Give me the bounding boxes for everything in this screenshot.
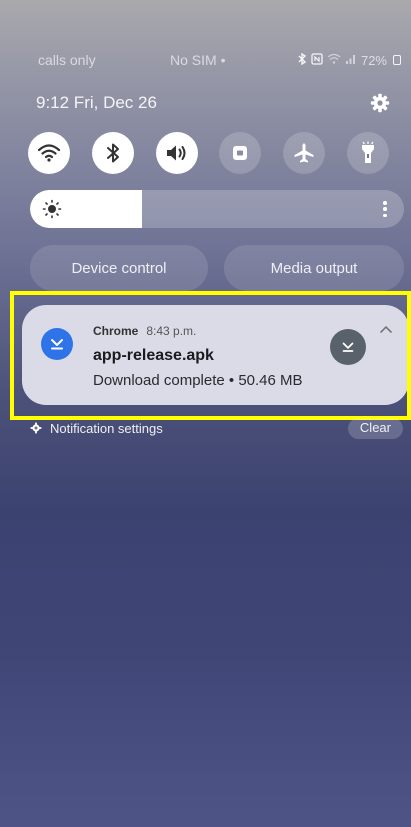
notification-header: Chrome 8:43 p.m.	[93, 324, 196, 338]
media-output-button[interactable]: Media output	[224, 245, 404, 291]
quick-toggles	[28, 132, 389, 176]
rotation-lock-toggle[interactable]	[219, 132, 262, 174]
sound-toggle[interactable]	[155, 132, 198, 174]
battery-icon	[393, 55, 401, 65]
notification-settings-link[interactable]: Notification settings	[30, 421, 163, 436]
status-bar: calls only No SIM • 72%	[38, 50, 401, 70]
flashlight-icon	[361, 141, 374, 163]
device-control-button[interactable]: Device control	[30, 245, 208, 291]
nfc-icon	[311, 52, 323, 68]
bluetooth-icon	[106, 143, 119, 163]
clear-button[interactable]: Clear	[347, 417, 403, 439]
chevron-up-icon[interactable]	[379, 324, 393, 334]
wifi-icon	[37, 144, 61, 162]
download-action-icon[interactable]	[330, 329, 366, 365]
notification-settings-label: Notification settings	[50, 420, 163, 436]
airplane-icon	[294, 143, 314, 163]
notification-footer: Notification settings Clear	[30, 417, 403, 439]
bluetooth-toggle[interactable]	[91, 132, 134, 174]
date-time: 9:12 Fri, Dec 26	[36, 93, 157, 112]
lock-icon	[233, 146, 248, 160]
status-icons: 72%	[297, 52, 401, 68]
brightness-slider[interactable]	[30, 190, 404, 228]
battery-level: 72%	[360, 52, 387, 68]
flashlight-toggle[interactable]	[346, 132, 389, 174]
notification-title: app-release.apk	[93, 347, 214, 364]
notification-text: Download complete • 50.46 MB	[93, 372, 303, 389]
bluetooth-status-icon	[297, 52, 307, 68]
wifi-toggle[interactable]	[28, 132, 70, 174]
notification-time: 8:43 p.m.	[146, 324, 197, 338]
gear-icon[interactable]	[369, 92, 391, 114]
more-options-icon[interactable]	[382, 198, 388, 220]
download-notification[interactable]: Chrome 8:43 p.m. app-release.apk Downloa…	[22, 305, 409, 405]
download-icon	[41, 328, 73, 360]
speaker-icon	[166, 145, 186, 161]
carrier-label: calls only	[38, 52, 96, 68]
sim-status: No SIM •	[170, 52, 226, 68]
wifi-signal-icon	[327, 53, 341, 68]
airplane-mode-toggle[interactable]	[283, 132, 326, 174]
notification-app-name: Chrome	[93, 324, 139, 338]
sun-icon	[42, 199, 62, 219]
datetime-row: 9:12 Fri, Dec 26	[36, 92, 391, 114]
gear-icon-small	[30, 422, 42, 434]
cell-signal-icon	[345, 53, 357, 68]
